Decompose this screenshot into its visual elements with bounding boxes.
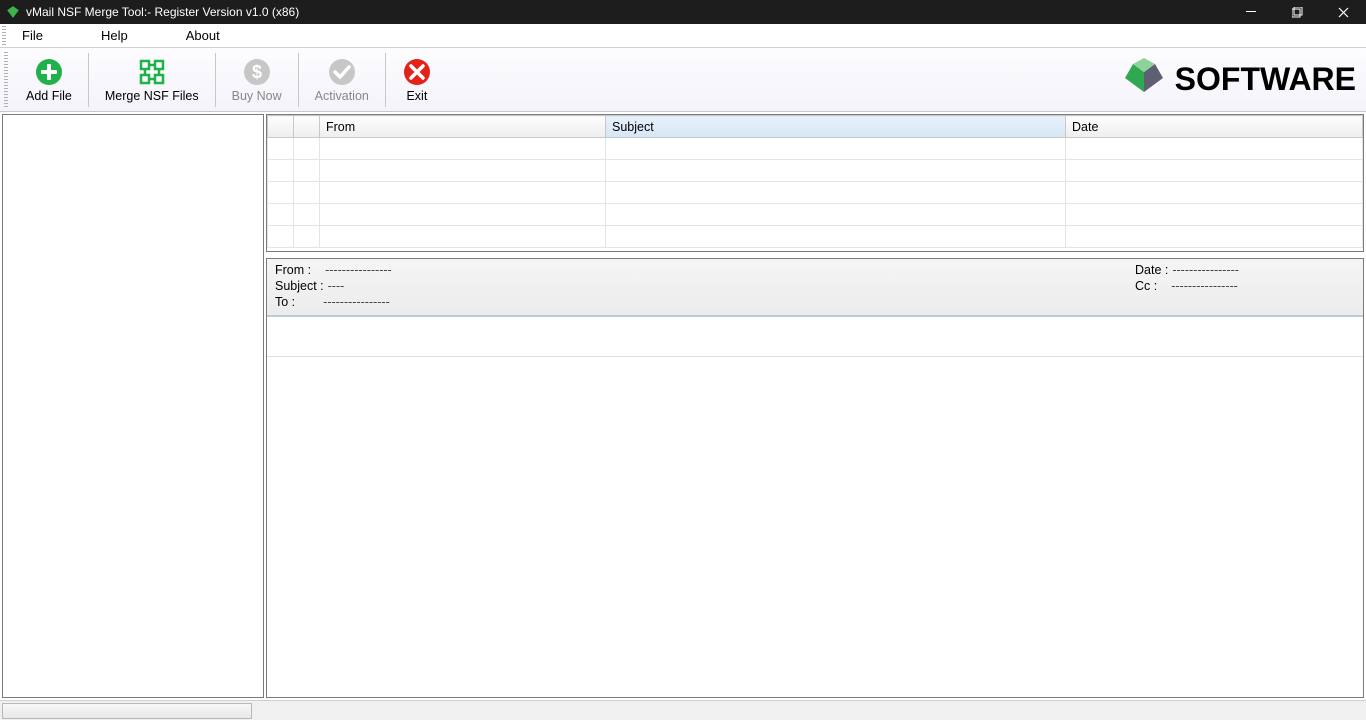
column-subject[interactable]: Subject [606, 116, 1066, 138]
maximize-button[interactable] [1274, 0, 1320, 24]
detail-from-value: ---------------- [325, 263, 392, 277]
detail-toolbar-area [267, 317, 1363, 357]
toolbar: Add File Merge NSF Files $ Buy Now Activ… [0, 48, 1366, 112]
detail-cc-value: ---------------- [1171, 279, 1238, 293]
minimize-button[interactable] [1228, 0, 1274, 24]
column-from[interactable]: From [320, 116, 606, 138]
statusbar [0, 700, 1366, 720]
titlebar: vMail NSF Merge Tool:- Register Version … [0, 0, 1366, 24]
plus-circle-icon [34, 57, 64, 87]
close-circle-icon [402, 57, 432, 87]
menu-help[interactable]: Help [87, 24, 142, 47]
brand-icon [1121, 58, 1167, 101]
add-file-label: Add File [26, 89, 72, 103]
detail-from-label: From : [275, 263, 311, 277]
buy-now-label: Buy Now [232, 89, 282, 103]
toolbar-separator [385, 53, 386, 107]
merge-icon [137, 57, 167, 87]
right-area: From Subject Date From : ---- [266, 114, 1364, 698]
detail-date-label: Date : [1135, 263, 1168, 277]
status-cell [2, 703, 252, 719]
detail-pane: From : ---------------- Date : ---------… [266, 258, 1364, 698]
buy-now-button[interactable]: $ Buy Now [218, 50, 296, 110]
toolbar-separator [298, 53, 299, 107]
table-row[interactable] [268, 226, 1363, 248]
svg-text:$: $ [252, 62, 262, 82]
dollar-circle-icon: $ [242, 57, 272, 87]
table-row[interactable] [268, 182, 1363, 204]
message-grid[interactable]: From Subject Date [266, 114, 1364, 252]
column-icon[interactable] [294, 116, 320, 138]
menu-grip [2, 26, 6, 46]
detail-subject-value: ---- [328, 279, 345, 293]
close-button[interactable] [1320, 0, 1366, 24]
activation-label: Activation [315, 89, 369, 103]
table-row[interactable] [268, 138, 1363, 160]
detail-cc-label: Cc : [1135, 279, 1157, 293]
app-icon [6, 5, 20, 19]
column-checkbox[interactable] [268, 116, 294, 138]
detail-to-label: To : [275, 295, 295, 309]
toolbar-separator [215, 53, 216, 107]
table-row[interactable] [268, 160, 1363, 182]
detail-date-value: ---------------- [1172, 263, 1239, 277]
window-title: vMail NSF Merge Tool:- Register Version … [26, 5, 299, 19]
add-file-button[interactable]: Add File [12, 50, 86, 110]
check-circle-icon [327, 57, 357, 87]
exit-label: Exit [406, 89, 427, 103]
detail-subject-label: Subject : [275, 279, 324, 293]
detail-to-value: ---------------- [323, 295, 390, 309]
exit-button[interactable]: Exit [388, 50, 446, 110]
menu-about[interactable]: About [172, 24, 234, 47]
table-row[interactable] [268, 204, 1363, 226]
detail-header: From : ---------------- Date : ---------… [267, 259, 1363, 316]
menubar: File Help About [0, 24, 1366, 48]
menu-file[interactable]: File [8, 24, 57, 47]
merge-button[interactable]: Merge NSF Files [91, 50, 213, 110]
toolbar-grip [4, 52, 8, 108]
brand-text: SOFTWARE [1175, 61, 1356, 98]
merge-label: Merge NSF Files [105, 89, 199, 103]
brand: SOFTWARE [1121, 48, 1356, 111]
tree-pane[interactable] [2, 114, 264, 698]
toolbar-separator [88, 53, 89, 107]
activation-button[interactable]: Activation [301, 50, 383, 110]
column-date[interactable]: Date [1066, 116, 1363, 138]
main-area: From Subject Date From : ---- [0, 112, 1366, 700]
detail-body [267, 357, 1363, 697]
